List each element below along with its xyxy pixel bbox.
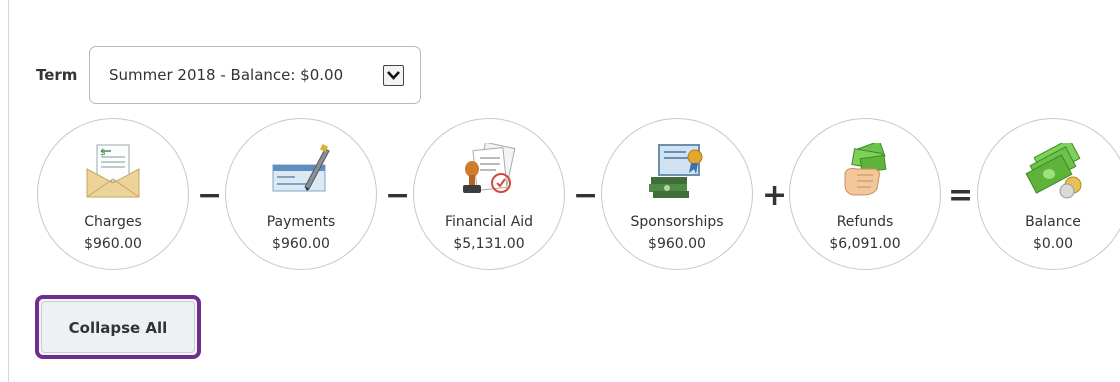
- document-stamp-icon: [459, 141, 519, 199]
- certificate-money-icon: [647, 143, 707, 199]
- summary-sponsorships[interactable]: Sponsorships $960.00: [601, 118, 753, 270]
- balance-label: Balance: [1025, 214, 1081, 230]
- summary-financial-aid[interactable]: Financial Aid $5,131.00: [413, 118, 565, 270]
- summary-balance[interactable]: Balance $0.00: [977, 118, 1120, 270]
- hand-cash-icon: [835, 140, 895, 199]
- summary-payments[interactable]: Payments $960.00: [225, 118, 377, 270]
- term-select-value: Summer 2018 - Balance: $0.00: [109, 66, 344, 84]
- summary-refunds[interactable]: Refunds $6,091.00: [789, 118, 941, 270]
- financial-aid-label: Financial Aid: [444, 214, 534, 230]
- minus-operator: −: [573, 178, 599, 213]
- check-pen-icon: [271, 143, 331, 199]
- refunds-label: Refunds: [836, 214, 894, 230]
- envelope-invoice-icon: $: [83, 143, 143, 199]
- chevron-down-icon[interactable]: [383, 65, 404, 86]
- sponsorships-amount: $960.00: [648, 236, 706, 252]
- balance-amount: $0.00: [1032, 236, 1074, 252]
- term-label: Term: [36, 66, 78, 84]
- plus-operator: +: [762, 178, 788, 213]
- collapse-all-button[interactable]: Collapse All: [35, 295, 201, 359]
- payments-amount: $960.00: [272, 236, 330, 252]
- collapse-all-label: Collapse All: [68, 319, 168, 337]
- refunds-amount: $6,091.00: [829, 236, 901, 252]
- svg-text:$: $: [100, 148, 106, 158]
- minus-operator: −: [385, 178, 411, 213]
- payments-label: Payments: [266, 214, 336, 230]
- term-select[interactable]: Summer 2018 - Balance: $0.00: [89, 46, 421, 104]
- charges-amount: $960.00: [84, 236, 142, 252]
- equals-operator: =: [948, 178, 974, 213]
- minus-operator: −: [197, 178, 223, 213]
- charges-label: Charges: [84, 214, 142, 230]
- summary-charges[interactable]: $ Charges $960.00: [37, 118, 189, 270]
- sponsorships-label: Sponsorships: [630, 214, 724, 230]
- financial-aid-amount: $5,131.00: [453, 236, 525, 252]
- money-stack-icon: [1023, 138, 1083, 199]
- left-border: [8, 0, 9, 382]
